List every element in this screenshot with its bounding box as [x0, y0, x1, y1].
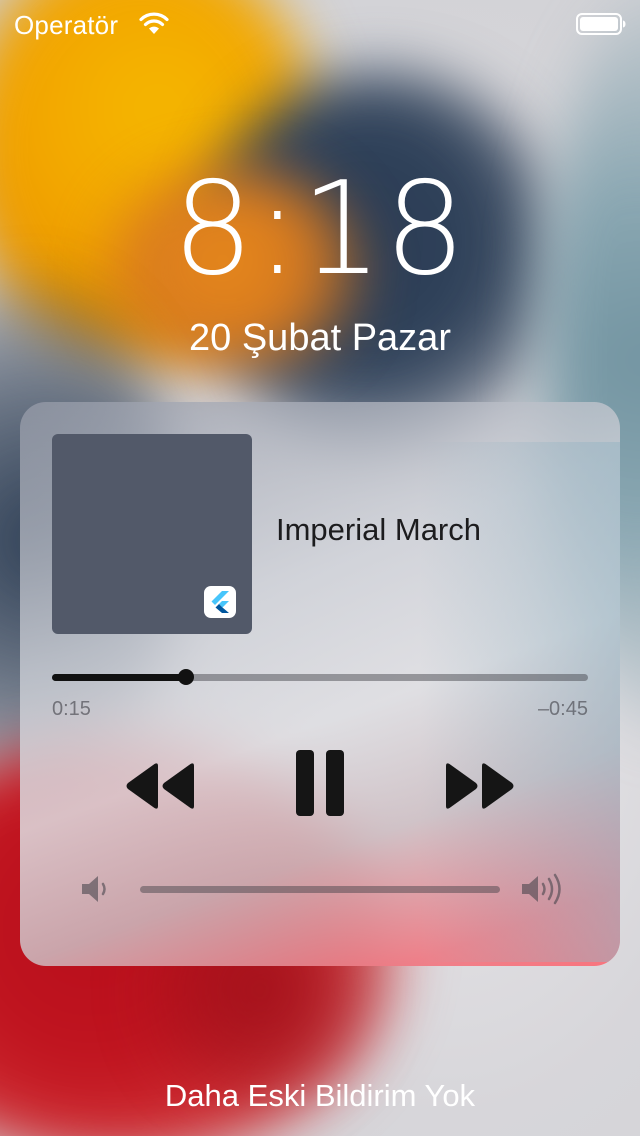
pause-button[interactable] — [290, 748, 350, 818]
volume-slider[interactable] — [140, 886, 500, 893]
fast-forward-button[interactable] — [442, 758, 516, 814]
carrier-name: Operatör — [14, 10, 119, 40]
fast-forward-icon — [446, 763, 514, 809]
battery-icon — [576, 13, 626, 35]
volume-low-icon — [82, 876, 106, 902]
progress-knob[interactable] — [178, 669, 194, 685]
app-badge — [204, 586, 236, 618]
rewind-icon — [126, 763, 194, 809]
volume-high-icon — [522, 873, 561, 905]
rewind-button[interactable] — [124, 758, 198, 814]
progress-slider[interactable] — [52, 669, 588, 685]
pause-icon — [296, 750, 344, 816]
now-playing-widget[interactable]: Imperial March 0:15 –0:45 — [20, 402, 620, 966]
lock-screen-clock: 8:18 — [172, 155, 468, 304]
track-title: Imperial March — [276, 512, 481, 547]
status-bar: Operatör — [0, 0, 640, 48]
progress-fill — [52, 674, 186, 681]
wifi-icon — [139, 12, 169, 34]
flutter-icon — [211, 591, 229, 613]
lock-screen-date: 20 Şubat Pazar — [189, 317, 451, 359]
album-artwork[interactable] — [52, 434, 252, 634]
no-older-notifications-label: Daha Eski Bildirim Yok — [164, 1078, 476, 1113]
remaining-time: –0:45 — [537, 698, 588, 720]
elapsed-time: 0:15 — [52, 698, 91, 720]
